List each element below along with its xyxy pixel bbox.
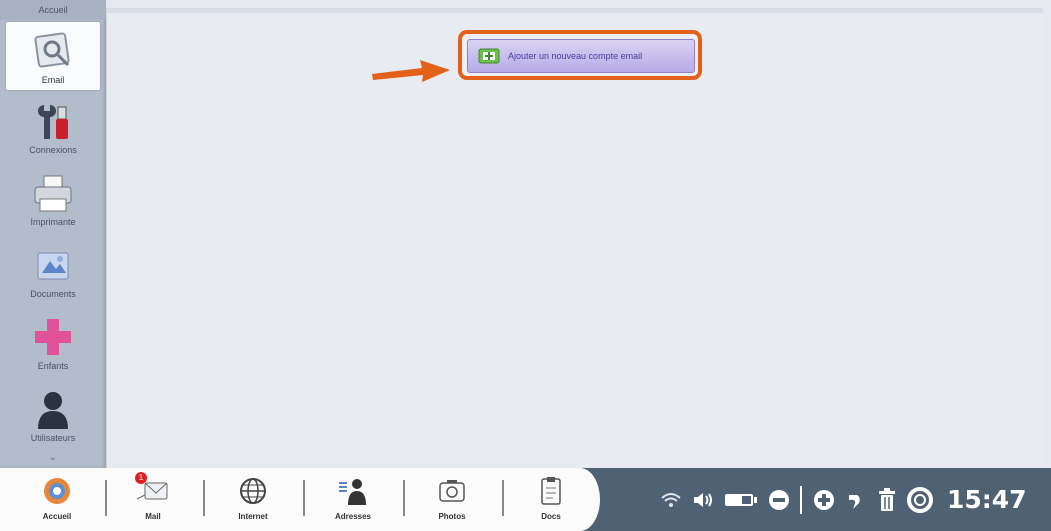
- sidebar-item-label: Enfants: [37, 361, 69, 371]
- dock-item-label: Adresses: [334, 512, 372, 521]
- dock-item-photos[interactable]: Photos: [417, 472, 487, 528]
- wifi-icon[interactable]: [660, 491, 682, 509]
- sidebar-item-imprimante[interactable]: Imprimante: [6, 164, 100, 232]
- arrow-pointer-icon: [372, 60, 450, 82]
- printer-icon: [30, 173, 76, 213]
- taskbar: Accueil 1 Mail Internet Adresses Photos …: [0, 468, 1051, 531]
- main-header-strip: [107, 9, 1043, 13]
- sidebar: Accueil Email Connexions Imprimante Docu…: [0, 0, 106, 468]
- trash-icon[interactable]: [877, 487, 897, 512]
- sidebar-item-email[interactable]: Email: [6, 22, 100, 90]
- add-account-icon: [478, 47, 500, 65]
- document-icon: [533, 475, 569, 507]
- user-icon: [30, 389, 76, 429]
- highlight-frame: Ajouter un nouveau compte email: [458, 30, 702, 80]
- plus-icon: [30, 317, 76, 357]
- sidebar-item-utilisateurs[interactable]: Utilisateurs: [6, 380, 100, 448]
- dock-item-mail[interactable]: 1 Mail: [118, 472, 188, 528]
- zoom-in-icon[interactable]: [813, 489, 835, 511]
- zoom-out-icon[interactable]: [768, 489, 790, 511]
- volume-icon[interactable]: [692, 491, 714, 509]
- app-dock: Accueil 1 Mail Internet Adresses Photos …: [0, 468, 600, 531]
- help-icon[interactable]: [907, 486, 933, 513]
- dock-item-label: Photos: [438, 512, 466, 521]
- sidebar-item-documents[interactable]: Documents: [6, 236, 100, 304]
- dock-separator: [105, 480, 107, 516]
- tools-icon: [30, 101, 76, 141]
- sidebar-item-label: Utilisateurs: [30, 433, 76, 443]
- address-book-icon: [335, 475, 371, 507]
- add-email-account-button[interactable]: Ajouter un nouveau compte email: [467, 39, 695, 73]
- dock-separator: [203, 480, 205, 516]
- clock: 15:47: [947, 485, 1027, 514]
- dock-item-label: Internet: [238, 512, 268, 521]
- camera-icon: [434, 475, 470, 507]
- sidebar-item-enfants[interactable]: Enfants: [6, 308, 100, 376]
- dock-item-label: Docs: [541, 512, 561, 521]
- documents-icon: [30, 245, 76, 285]
- sidebar-item-label: Imprimante: [30, 217, 76, 227]
- email-settings-icon: [30, 31, 76, 71]
- dock-separator: [502, 480, 504, 516]
- main-content: Ajouter un nouveau compte email: [106, 8, 1043, 467]
- home-icon: [39, 475, 75, 507]
- tray-separator: [800, 485, 803, 514]
- battery-icon: [724, 491, 758, 509]
- dock-item-label: Mail: [145, 512, 161, 521]
- chevron-down-icon[interactable]: ⌄: [0, 450, 106, 466]
- dock-item-docs[interactable]: Docs: [516, 472, 586, 528]
- dock-separator: [303, 480, 305, 516]
- system-tray: 15:47: [660, 468, 1027, 531]
- sidebar-item-connexions[interactable]: Connexions: [6, 92, 100, 160]
- sidebar-item-label: Connexions: [29, 145, 77, 155]
- undo-icon[interactable]: [845, 489, 867, 511]
- add-email-account-label: Ajouter un nouveau compte email: [508, 51, 643, 61]
- dock-item-internet[interactable]: Internet: [218, 472, 288, 528]
- sidebar-title: Accueil: [0, 0, 106, 20]
- sidebar-item-label: Email: [41, 75, 65, 85]
- dock-separator: [403, 480, 405, 516]
- sidebar-item-label: Documents: [30, 289, 76, 299]
- unread-badge: 1: [135, 472, 147, 484]
- dock-item-accueil[interactable]: Accueil: [22, 472, 92, 528]
- dock-item-label: Accueil: [42, 512, 72, 521]
- globe-icon: [235, 475, 271, 507]
- mail-icon: 1: [135, 472, 171, 507]
- dock-item-adresses[interactable]: Adresses: [318, 472, 388, 528]
